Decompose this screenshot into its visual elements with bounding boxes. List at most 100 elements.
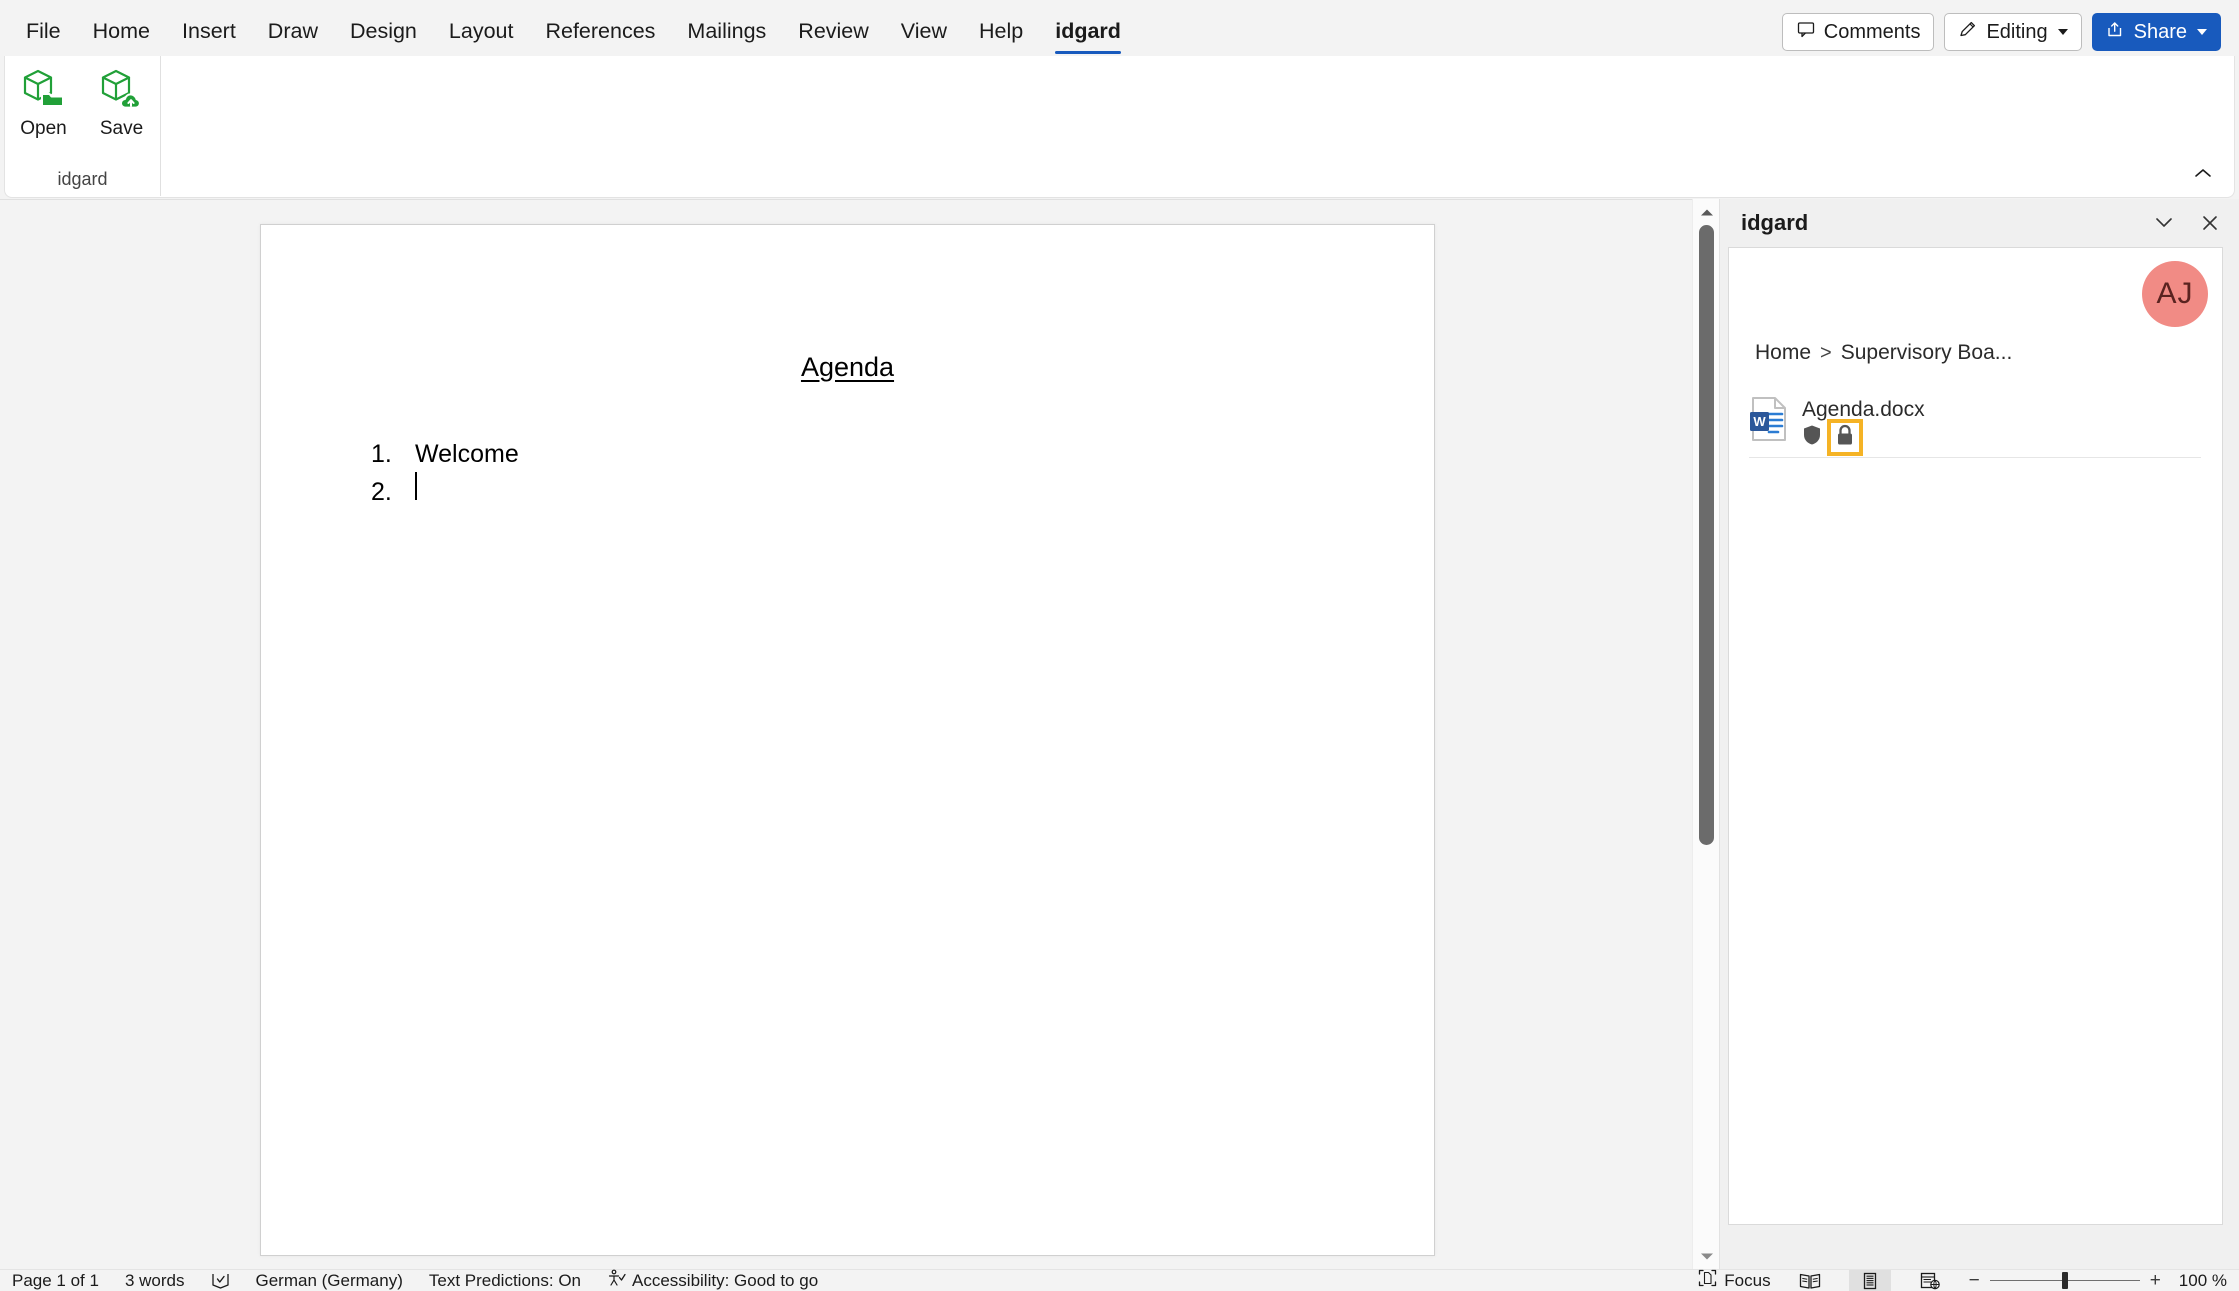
zoom-in-button[interactable]: + bbox=[2150, 1270, 2161, 1291]
document-heading: Agenda bbox=[800, 352, 895, 382]
language-indicator[interactable]: German (Germany) bbox=[256, 1271, 403, 1291]
page-indicator[interactable]: Page 1 of 1 bbox=[12, 1271, 99, 1291]
svg-text:W: W bbox=[1753, 414, 1766, 429]
scroll-down-arrow-icon[interactable] bbox=[1693, 1245, 1720, 1267]
ribbon-group-buttons: Open Save bbox=[13, 56, 153, 143]
accessibility-indicator[interactable]: Accessibility: Good to go bbox=[607, 1269, 818, 1291]
chevron-down-icon bbox=[2057, 29, 2068, 35]
word-count[interactable]: 3 words bbox=[125, 1271, 185, 1291]
shield-icon[interactable] bbox=[1802, 424, 1822, 451]
word-window: File Home Insert Draw Design Layout Refe… bbox=[0, 0, 2239, 1291]
pencil-icon bbox=[1958, 19, 1978, 45]
save-button[interactable]: Save bbox=[91, 64, 153, 143]
list-item[interactable]: W Agenda.docx bbox=[1749, 396, 2201, 458]
comments-label: Comments bbox=[1823, 20, 1921, 43]
lock-icon[interactable] bbox=[1835, 424, 1855, 451]
scrollbar-thumb[interactable] bbox=[1699, 225, 1714, 845]
zoom-slider-thumb[interactable] bbox=[2061, 1272, 2068, 1289]
file-name[interactable]: Agenda.docx bbox=[1802, 398, 1925, 422]
breadcrumb-separator-icon: > bbox=[1820, 341, 1832, 364]
focus-button[interactable]: Focus bbox=[1698, 1269, 1771, 1291]
accessibility-icon bbox=[607, 1269, 626, 1291]
editing-mode-button[interactable]: Editing bbox=[1944, 13, 2082, 51]
lock-badge-highlight[interactable] bbox=[1827, 418, 1863, 456]
tab-references[interactable]: References bbox=[529, 13, 671, 51]
editing-label: Editing bbox=[1986, 20, 2048, 43]
file-meta: Agenda.docx bbox=[1802, 396, 1925, 456]
open-button[interactable]: Open bbox=[13, 64, 75, 143]
document-page[interactable]: Agenda 1. Welcome 2. bbox=[260, 224, 1435, 1256]
task-pane-header: idgard bbox=[1720, 199, 2239, 247]
document-numbered-list[interactable]: 1. Welcome 2. bbox=[371, 437, 519, 509]
document-scrollbar[interactable] bbox=[1692, 199, 1719, 1269]
chevron-down-icon bbox=[2156, 218, 2172, 227]
open-label: Open bbox=[20, 118, 67, 139]
breadcrumb-item-home[interactable]: Home bbox=[1755, 341, 1811, 365]
ribbon-group-title: idgard bbox=[57, 169, 108, 189]
accessibility-label: Accessibility: Good to go bbox=[632, 1270, 819, 1290]
tab-review[interactable]: Review bbox=[782, 13, 885, 51]
tab-insert[interactable]: Insert bbox=[166, 13, 252, 51]
ribbon-group-idgard: Open Save idgard bbox=[5, 56, 161, 196]
ribbon-tab-strip: File Home Insert Draw Design Layout Refe… bbox=[0, 0, 2239, 64]
tab-design[interactable]: Design bbox=[334, 13, 433, 51]
share-button[interactable]: Share bbox=[2091, 13, 2221, 51]
zoom-slider-track[interactable] bbox=[1989, 1272, 2140, 1289]
tab-help[interactable]: Help bbox=[963, 13, 1039, 51]
text-predictions-indicator[interactable]: Text Predictions: On bbox=[429, 1271, 581, 1291]
chevron-up-icon bbox=[2195, 169, 2211, 177]
text-cursor bbox=[415, 471, 417, 500]
idgard-task-pane: idgard AJ Home > Supervisory Boa... W Ag… bbox=[1719, 199, 2239, 1269]
tab-file[interactable]: File bbox=[10, 13, 77, 51]
tab-idgard[interactable]: idgard bbox=[1039, 13, 1137, 54]
list-item-text: Welcome bbox=[415, 440, 519, 468]
print-layout-icon bbox=[1863, 1272, 1876, 1289]
task-pane-title: idgard bbox=[1741, 210, 1809, 235]
web-layout-button[interactable] bbox=[1909, 1270, 1951, 1291]
ribbon-body: Open Save idgard bbox=[4, 56, 2235, 198]
tab-layout[interactable]: Layout bbox=[433, 13, 530, 51]
task-pane-close-button[interactable] bbox=[2190, 205, 2230, 241]
list-item-number: 2. bbox=[371, 477, 392, 506]
read-mode-button[interactable] bbox=[1789, 1270, 1831, 1291]
collapse-ribbon-button[interactable] bbox=[2186, 159, 2220, 187]
word-document-icon: W bbox=[1749, 396, 1789, 447]
idgard-open-box-icon bbox=[20, 67, 68, 116]
ribbon-right-actions: Comments Editing Share bbox=[1781, 13, 2239, 51]
status-bar-left: Page 1 of 1 3 words German (Germany) Tex… bbox=[0, 1269, 844, 1291]
share-icon bbox=[2106, 19, 2126, 45]
web-layout-icon bbox=[1920, 1272, 1940, 1290]
document-canvas[interactable]: Agenda 1. Welcome 2. bbox=[0, 199, 1719, 1269]
status-bar: Page 1 of 1 3 words German (Germany) Tex… bbox=[0, 1269, 2239, 1291]
save-label: Save bbox=[99, 118, 144, 139]
tab-mailings[interactable]: Mailings bbox=[671, 13, 782, 51]
comments-button[interactable]: Comments bbox=[1781, 13, 1935, 51]
task-pane-options-button[interactable] bbox=[2144, 205, 2184, 241]
list-item[interactable]: 2. bbox=[371, 471, 519, 510]
close-icon bbox=[2203, 216, 2217, 230]
file-badges bbox=[1802, 418, 1925, 456]
ribbon-tabs: File Home Insert Draw Design Layout Refe… bbox=[0, 13, 1137, 54]
tab-home[interactable]: Home bbox=[77, 13, 166, 51]
list-item[interactable]: 1. Welcome bbox=[371, 437, 519, 472]
proofing-icon[interactable] bbox=[211, 1272, 230, 1290]
task-pane-header-actions bbox=[2144, 205, 2230, 241]
focus-label: Focus bbox=[1724, 1270, 1771, 1290]
print-layout-button[interactable] bbox=[1848, 1269, 1891, 1291]
tab-view[interactable]: View bbox=[885, 13, 963, 51]
avatar[interactable]: AJ bbox=[2142, 261, 2208, 327]
focus-icon bbox=[1698, 1269, 1717, 1291]
tab-draw[interactable]: Draw bbox=[252, 13, 334, 51]
zoom-out-button[interactable]: − bbox=[1969, 1270, 1980, 1291]
list-item-number: 1. bbox=[371, 440, 392, 468]
idgard-panel-content: AJ Home > Supervisory Boa... W Agenda.do… bbox=[1728, 247, 2223, 1225]
idgard-save-box-icon bbox=[98, 67, 146, 116]
zoom-slider[interactable]: − + bbox=[1969, 1270, 2161, 1291]
scroll-up-arrow-icon[interactable] bbox=[1693, 201, 1720, 223]
share-label: Share bbox=[2133, 20, 2187, 43]
chevron-down-icon bbox=[2197, 29, 2207, 35]
read-mode-icon bbox=[1799, 1273, 1820, 1289]
breadcrumb-item-current[interactable]: Supervisory Boa... bbox=[1841, 341, 2013, 365]
zoom-level[interactable]: 100 % bbox=[2179, 1271, 2227, 1291]
breadcrumb: Home > Supervisory Boa... bbox=[1755, 341, 2012, 365]
